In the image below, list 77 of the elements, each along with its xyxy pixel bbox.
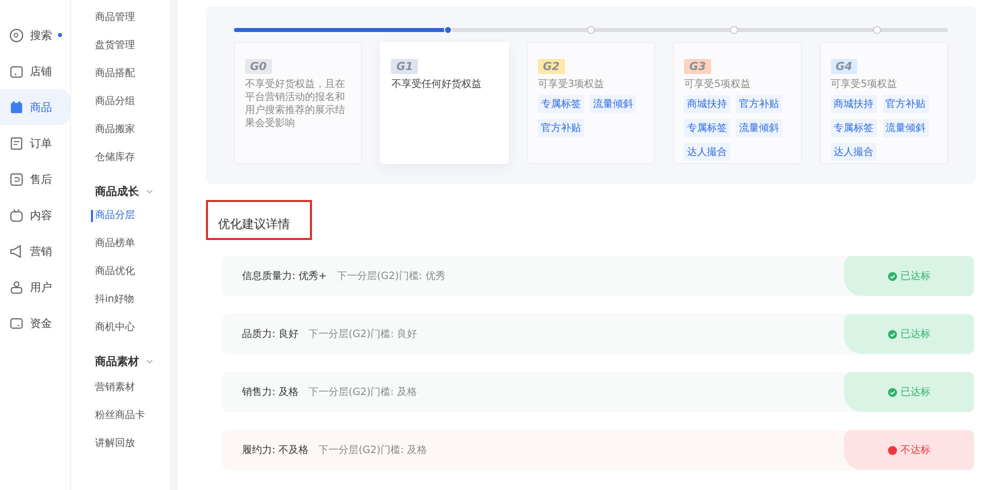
- submenu-item[interactable]: 商品分组: [95, 88, 170, 116]
- benefit-tag: 专属标签: [830, 119, 877, 137]
- benefit-tag: 流量倾斜: [882, 119, 929, 137]
- progress-stop: [872, 26, 881, 34]
- status-badge: 已达标: [844, 372, 974, 412]
- nav-item[interactable]: 营销: [0, 233, 70, 269]
- submenu-item[interactable]: 商品搬家: [95, 116, 170, 144]
- threshold-text: 下一分层(G2)门槛: 优秀: [336, 270, 446, 283]
- threshold-text: 下一分层(G2)门槛: 及格: [318, 444, 428, 457]
- progress-stop: [587, 26, 595, 34]
- metric-label: 信息质量力: 优秀+: [242, 270, 327, 283]
- section-title: 优化建议详情: [206, 200, 312, 240]
- tier-badge: G4: [830, 59, 858, 74]
- benefit-tag: 流量倾斜: [736, 119, 782, 137]
- tier-description: 不享受好货权益，且在平台营销活动的报名和用户搜索推荐的展示结果会受影响: [245, 78, 346, 130]
- benefit-tag: 达人撮合: [684, 143, 730, 161]
- submenu-item[interactable]: 商机中心: [95, 314, 170, 342]
- threshold-text: 下一分层(G2)门槛: 及格: [308, 386, 418, 399]
- doc-icon: [9, 136, 24, 150]
- progress-stop: [730, 26, 738, 34]
- submenu-item[interactable]: 抖in好物: [95, 286, 170, 314]
- error-dot-icon: [888, 446, 896, 454]
- threshold-text: 下一分层(G2)门槛: 良好: [308, 328, 418, 341]
- bag-icon: [9, 100, 24, 114]
- metric-label: 销售力: 及格: [242, 386, 299, 399]
- tier-description: 可享受3项权益: [538, 78, 606, 91]
- nav-item[interactable]: 内容: [0, 197, 70, 233]
- nav-item[interactable]: 搜索: [0, 17, 70, 53]
- benefit-tag: 官方补贴: [538, 119, 584, 137]
- menu-group-header[interactable]: 商品成长: [95, 180, 170, 202]
- wallet-icon: [9, 316, 24, 330]
- user-icon: [9, 280, 24, 294]
- status-badge: 已达标: [844, 314, 974, 354]
- status-badge: 不达标: [844, 430, 974, 470]
- submenu-item[interactable]: 商品榜单: [95, 230, 170, 258]
- benefit-tag: 官方补贴: [736, 95, 782, 113]
- submenu-item[interactable]: 粉丝商品卡: [95, 402, 170, 430]
- menu-group-header[interactable]: 商品素材: [95, 350, 170, 372]
- benefit-tag: 专属标签: [684, 119, 730, 137]
- nav-item[interactable]: 资金: [0, 305, 70, 341]
- benefit-tag: 达人撮合: [830, 143, 877, 161]
- benefit-tag: 商城扶持: [830, 95, 877, 113]
- tier-description: 可享受5项权益: [830, 78, 898, 91]
- nav-item[interactable]: 店铺: [0, 53, 70, 89]
- submenu-item[interactable]: 商品优化: [95, 258, 170, 286]
- check-circle-icon: [888, 388, 896, 396]
- check-circle-icon: [888, 272, 896, 280]
- shop-icon: [9, 64, 24, 78]
- progress-stop: [444, 26, 452, 34]
- nav-item[interactable]: 用户: [0, 269, 70, 305]
- metric-label: 品质力: 良好: [242, 328, 299, 341]
- submenu-item[interactable]: 营销素材: [95, 374, 170, 402]
- horn-icon: [9, 244, 24, 258]
- benefit-tag: 官方补贴: [882, 95, 929, 113]
- status-badge: 已达标: [844, 256, 974, 296]
- submenu-item[interactable]: 盘货管理: [95, 32, 170, 60]
- submenu-item[interactable]: 讲解回放: [95, 430, 170, 458]
- submenu-item[interactable]: 商品搭配: [95, 60, 170, 88]
- search-icon: [9, 28, 24, 42]
- submenu-item[interactable]: 商品管理: [95, 4, 170, 32]
- check-circle-icon: [888, 330, 896, 338]
- benefit-tag: 流量倾斜: [590, 95, 636, 113]
- tier-description: 可享受5项权益: [684, 78, 752, 91]
- benefit-tag: 商城扶持: [684, 95, 730, 113]
- nav-item[interactable]: 订单: [0, 125, 70, 161]
- tier-badge: G1: [391, 59, 418, 74]
- tier-badge: G0: [245, 59, 272, 74]
- benefit-tag: 专属标签: [538, 95, 584, 113]
- metric-label: 履约力: 不及格: [242, 444, 309, 457]
- tier-description: 不享受任何好货权益: [391, 78, 482, 91]
- nav-item[interactable]: 商品: [0, 89, 70, 125]
- tier-badge: G3: [684, 59, 711, 74]
- return-icon: [9, 172, 24, 186]
- submenu-item[interactable]: 仓储库存: [95, 144, 170, 172]
- tv-icon: [9, 208, 24, 222]
- tier-badge: G2: [538, 59, 564, 74]
- nav-item[interactable]: 售后: [0, 161, 70, 197]
